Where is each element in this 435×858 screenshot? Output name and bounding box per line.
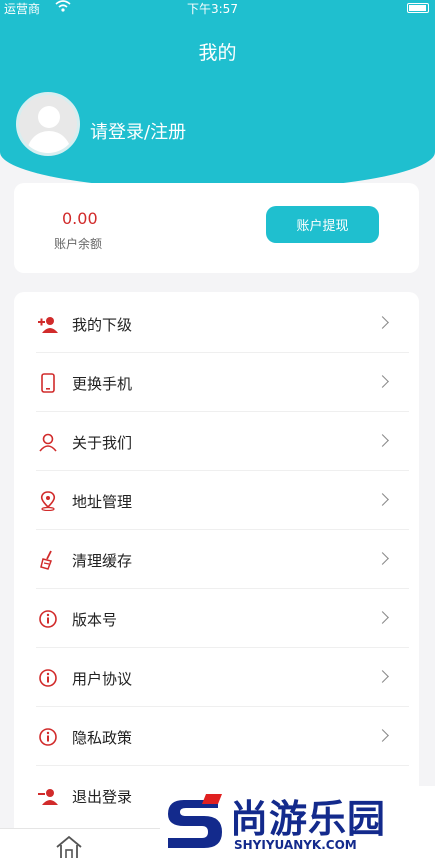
menu-item-change-phone[interactable]: 更换手机	[14, 353, 419, 412]
watermark-url: SHYIYUANYK.COM	[234, 838, 357, 852]
withdraw-button[interactable]: 账户提现	[266, 206, 379, 243]
page-title: 我的	[198, 42, 237, 64]
avatar[interactable]	[16, 92, 80, 156]
menu-item-label: 版本号	[72, 611, 118, 629]
menu-item-user-agreement[interactable]: 用户协议	[14, 648, 419, 707]
balance-amount: 0.00	[62, 209, 98, 228]
wifi-icon	[55, 0, 71, 15]
location-icon	[38, 491, 58, 512]
menu-list: 我的下级 更换手机 关于我们 地址管理 清理缓存 版本号 用户协议 隐私政策 退…	[14, 292, 419, 852]
chevron-right-icon	[376, 375, 389, 388]
menu-item-address[interactable]: 地址管理	[14, 471, 419, 530]
info-icon	[38, 668, 58, 688]
chevron-right-icon	[376, 434, 389, 447]
menu-item-label: 用户协议	[72, 670, 133, 688]
menu-item-about-us[interactable]: 关于我们	[14, 412, 419, 471]
menu-item-label: 地址管理	[72, 493, 133, 511]
menu-item-label: 隐私政策	[72, 729, 133, 747]
avatar-head-shape	[38, 106, 60, 128]
carrier-label: 运营商	[4, 2, 41, 16]
menu-item-label: 我的下级	[72, 316, 133, 334]
chevron-right-icon	[376, 493, 389, 506]
chevron-right-icon	[376, 552, 389, 565]
status-bar: 运营商 下午3:57	[0, 0, 435, 16]
balance-label: 账户余额	[54, 237, 103, 251]
menu-item-label: 关于我们	[72, 434, 133, 452]
menu-item-label: 清理缓存	[72, 552, 133, 570]
phone-icon	[38, 373, 58, 393]
add-user-icon	[38, 314, 58, 334]
menu-item-version[interactable]: 版本号	[14, 589, 419, 648]
menu-item-privacy-policy[interactable]: 隐私政策	[14, 707, 419, 766]
clock-label: 下午3:57	[187, 2, 238, 16]
broom-icon	[38, 550, 58, 570]
chevron-right-icon	[376, 729, 389, 742]
profile-header: 运营商 下午3:57 我的 请登录/注册	[0, 0, 435, 190]
menu-item-subordinates[interactable]: 我的下级	[14, 294, 419, 353]
battery-icon	[407, 3, 429, 13]
watermark-text: 尚游乐园	[230, 797, 387, 841]
avatar-body-shape	[27, 131, 71, 153]
menu-item-clear-cache[interactable]: 清理缓存	[14, 530, 419, 589]
menu-item-label: 更换手机	[72, 375, 133, 393]
menu-item-label: 退出登录	[72, 788, 133, 806]
info-icon	[38, 609, 58, 629]
watermark-logo-icon	[162, 790, 226, 854]
home-icon[interactable]	[54, 835, 84, 858]
chevron-right-icon	[376, 316, 389, 329]
balance-card: 0.00 账户余额 账户提现	[14, 183, 419, 273]
login-register-link[interactable]: 请登录/注册	[90, 118, 186, 144]
info-icon	[38, 727, 58, 747]
remove-user-icon	[38, 786, 58, 806]
person-icon	[38, 432, 58, 452]
watermark: 尚游乐园 SHYIYUANYK.COM	[160, 786, 435, 858]
chevron-right-icon	[376, 670, 389, 683]
chevron-right-icon	[376, 611, 389, 624]
